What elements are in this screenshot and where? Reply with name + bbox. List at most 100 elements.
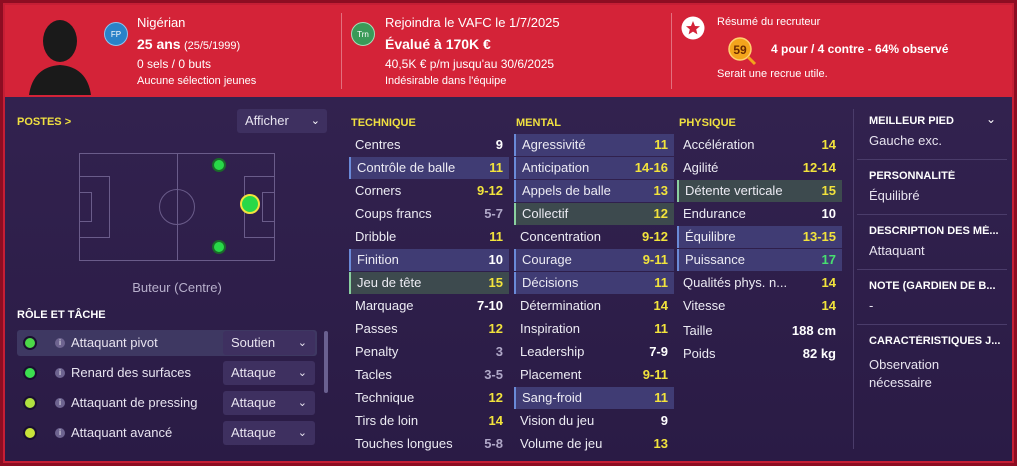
weight-label: Poids bbox=[683, 346, 716, 361]
attribute-row[interactable]: Passes 12 bbox=[349, 318, 509, 340]
transfer-join-label[interactable]: Rejoindra le VAFC le 1/7/2025 bbox=[385, 15, 560, 30]
height-label: Taille bbox=[683, 323, 713, 338]
attribute-row[interactable]: Corners 9-12 bbox=[349, 180, 509, 202]
attribute-row[interactable]: Volume de jeu 13 bbox=[514, 433, 674, 455]
role-row[interactable]: i Attaquant de pressing Attaque ⌄ bbox=[17, 390, 317, 416]
attribute-name: Touches longues bbox=[355, 436, 453, 451]
divider bbox=[857, 159, 1007, 160]
info-icon[interactable]: i bbox=[55, 398, 65, 408]
roles-title: RÔLE ET TÂCHE bbox=[17, 309, 106, 321]
duty-dropdown[interactable]: Attaque ⌄ bbox=[223, 361, 315, 385]
attribute-row[interactable]: Tirs de loin 14 bbox=[349, 410, 509, 432]
attribute-row[interactable]: Accélération 14 bbox=[677, 134, 842, 156]
media-description-value: Attaquant bbox=[869, 243, 925, 258]
club-crest-icon[interactable]: Trn bbox=[351, 22, 375, 46]
attribute-row[interactable]: Agilité 12-14 bbox=[677, 157, 842, 179]
roles-scrollbar[interactable] bbox=[324, 331, 328, 393]
role-name: Renard des surfaces bbox=[71, 365, 191, 380]
positions-title[interactable]: POSTES > bbox=[17, 116, 71, 128]
attribute-row[interactable]: Inspiration 11 bbox=[514, 318, 674, 340]
attribute-value: 11 bbox=[654, 321, 668, 336]
info-icon[interactable]: i bbox=[55, 428, 65, 438]
attribute-name: Centres bbox=[355, 137, 401, 152]
attribute-row[interactable]: Centres 9 bbox=[349, 134, 509, 156]
attribute-row[interactable]: Technique 12 bbox=[349, 387, 509, 409]
attribute-row[interactable]: Sang-froid 11 bbox=[514, 387, 674, 409]
attribute-name: Vitesse bbox=[683, 298, 726, 313]
attribute-value: 3 bbox=[495, 344, 503, 359]
attribute-row[interactable]: Équilibre 13-15 bbox=[677, 226, 842, 248]
attribute-name: Appels de balle bbox=[522, 183, 611, 198]
duty-dropdown[interactable]: Attaque ⌄ bbox=[223, 421, 315, 445]
attribute-row[interactable]: Concentration 9-12 bbox=[514, 226, 674, 248]
attribute-value: 13 bbox=[653, 183, 668, 198]
attribute-row[interactable]: Puissance 17 bbox=[677, 249, 842, 271]
attribute-row[interactable]: Décisions 11 bbox=[514, 272, 674, 294]
attribute-value: 17 bbox=[821, 252, 836, 267]
attribute-row[interactable]: Anticipation 14-16 bbox=[514, 157, 674, 179]
attribute-row[interactable]: Tacles 3-5 bbox=[349, 364, 509, 386]
attribute-row[interactable]: Finition 10 bbox=[349, 249, 509, 271]
chevron-down-icon[interactable]: ⌄ bbox=[986, 112, 996, 126]
scout-note: Serait une recrue utile. bbox=[717, 68, 828, 80]
attribute-row[interactable]: Vitesse 14 bbox=[677, 295, 842, 317]
duty-dropdown[interactable]: Attaque ⌄ bbox=[223, 391, 315, 415]
wage-contract: 40,5K € p/m jusqu'au 30/6/2025 bbox=[385, 57, 555, 71]
attribute-value: 3-5 bbox=[484, 367, 503, 382]
attribute-row[interactable]: Qualités phys. n... 14 bbox=[677, 272, 842, 294]
attribute-row[interactable]: Agressivité 11 bbox=[514, 134, 674, 156]
attribute-row[interactable]: Placement 9-11 bbox=[514, 364, 674, 386]
chevron-down-icon: ⌄ bbox=[297, 367, 307, 379]
nationality-flag-icon: FP bbox=[104, 22, 128, 46]
divider bbox=[857, 269, 1007, 270]
attribute-row[interactable]: Détente verticale 15 bbox=[677, 180, 842, 202]
attribute-row[interactable]: Collectif 12 bbox=[514, 203, 674, 225]
attribute-row[interactable]: Endurance 10 bbox=[677, 203, 842, 225]
attribute-name: Accélération bbox=[683, 137, 755, 152]
role-suitability-icon bbox=[23, 396, 37, 410]
role-row[interactable]: i Attaquant avancé Attaque ⌄ bbox=[17, 420, 317, 446]
role-row[interactable]: i Renard des surfaces Attaque ⌄ bbox=[17, 360, 317, 386]
attribute-row[interactable]: Leadership 7-9 bbox=[514, 341, 674, 363]
duty-dropdown[interactable]: Soutien ⌄ bbox=[223, 331, 315, 355]
position-dot-amr[interactable] bbox=[212, 158, 226, 172]
attribute-name: Penalty bbox=[355, 344, 399, 359]
attribute-row[interactable]: Coups francs 5-7 bbox=[349, 203, 509, 225]
attribute-row[interactable]: Vision du jeu 9 bbox=[514, 410, 674, 432]
attribute-row[interactable]: Penalty 3 bbox=[349, 341, 509, 363]
attribute-row[interactable]: Jeu de tête 15 bbox=[349, 272, 509, 294]
attribute-row[interactable]: Détermination 14 bbox=[514, 295, 674, 317]
attribute-name: Finition bbox=[357, 252, 399, 267]
attribute-name: Dribble bbox=[355, 229, 397, 244]
attribute-name: Anticipation bbox=[522, 160, 590, 175]
attribute-row[interactable]: Dribble 11 bbox=[349, 226, 509, 248]
attribute-row[interactable]: Marquage 7-10 bbox=[349, 295, 509, 317]
right-panel-divider bbox=[853, 109, 854, 449]
position-dot-aml[interactable] bbox=[212, 240, 226, 254]
date-of-birth: (25/5/1999) bbox=[183, 40, 241, 52]
right-goal-area bbox=[262, 192, 274, 222]
attribute-value: 10 bbox=[821, 206, 836, 221]
chevron-down-icon: ⌄ bbox=[297, 337, 307, 349]
attribute-name: Leadership bbox=[520, 344, 585, 359]
attribute-value: 9-12 bbox=[476, 183, 503, 198]
media-description-title: DESCRIPTION DES MÉ... bbox=[869, 225, 999, 237]
attribute-name: Collectif bbox=[522, 206, 569, 221]
position-dot-st-selected[interactable] bbox=[240, 194, 260, 214]
info-icon[interactable]: i bbox=[55, 338, 65, 348]
positions-view-dropdown[interactable]: Afficher ⌄ bbox=[237, 109, 327, 133]
attribute-row[interactable]: Appels de balle 13 bbox=[514, 180, 674, 202]
goalkeeper-rating-value: - bbox=[869, 298, 874, 313]
role-suitability-icon bbox=[23, 426, 37, 440]
attribute-row[interactable]: Touches longues 5-8 bbox=[349, 433, 509, 455]
role-name: Attaquant de pressing bbox=[71, 395, 198, 410]
role-row[interactable]: i Attaquant pivot Soutien ⌄ bbox=[17, 330, 317, 356]
attribute-row[interactable]: Contrôle de balle 11 bbox=[349, 157, 509, 179]
duty-label: Attaque bbox=[231, 365, 276, 380]
youth-caps-label: Aucune sélection jeunes bbox=[137, 75, 257, 87]
attribute-row[interactable]: Courage 9-11 bbox=[514, 249, 674, 271]
attribute-name: Coups francs bbox=[355, 206, 432, 221]
attribute-name: Décisions bbox=[522, 275, 579, 290]
player-header: FP Nigérian 25 ans (25/5/1999) 0 sels / … bbox=[5, 5, 1012, 97]
info-icon[interactable]: i bbox=[55, 368, 65, 378]
